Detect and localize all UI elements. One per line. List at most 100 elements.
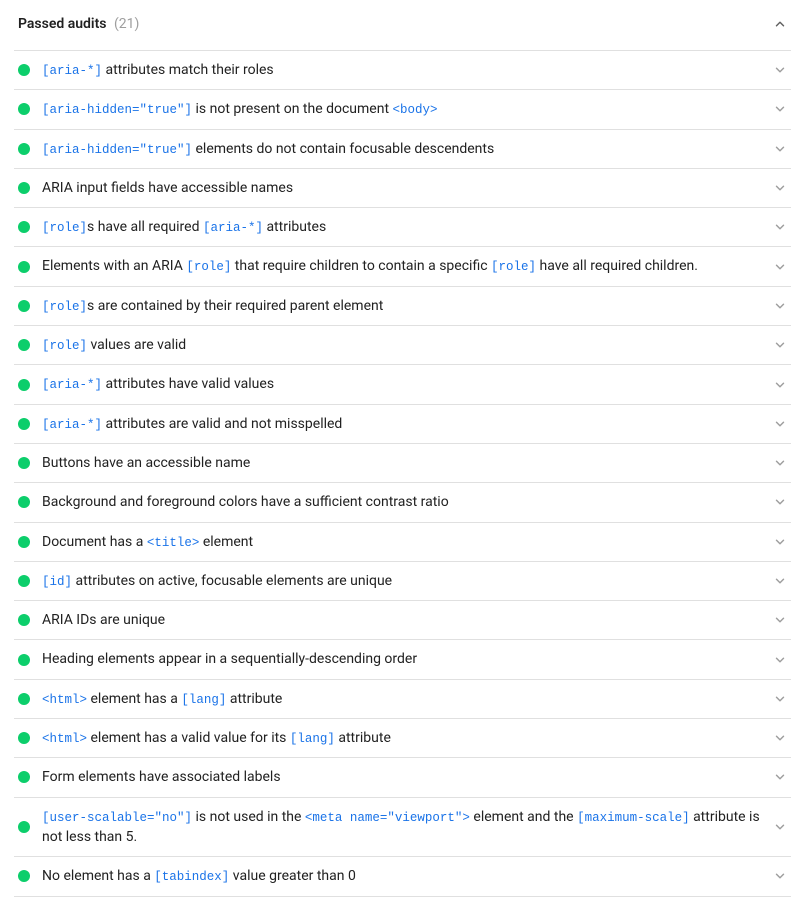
audit-description: No element has a [tabindex] value greate… bbox=[42, 866, 761, 886]
status-pass-icon bbox=[18, 143, 30, 155]
audit-description: Form elements have associated labels bbox=[42, 767, 761, 787]
audit-item[interactable]: ARIA IDs are unique bbox=[14, 601, 791, 640]
status-pass-icon bbox=[18, 261, 30, 273]
chevron-down-icon bbox=[773, 613, 787, 627]
code-token: <html> bbox=[42, 732, 87, 746]
audit-item[interactable]: Buttons have an accessible name bbox=[14, 444, 791, 483]
audit-description: [id] attributes on active, focusable ele… bbox=[42, 571, 761, 591]
code-token: <body> bbox=[393, 103, 438, 117]
chevron-down-icon bbox=[773, 338, 787, 352]
status-pass-icon bbox=[18, 771, 30, 783]
audit-description: [aria-hidden="true"] elements do not con… bbox=[42, 139, 761, 159]
status-pass-icon bbox=[18, 614, 30, 626]
chevron-down-icon bbox=[773, 869, 787, 883]
audit-description: [aria-*] attributes match their roles bbox=[42, 60, 761, 80]
status-pass-icon bbox=[18, 418, 30, 430]
code-token: [role] bbox=[491, 260, 536, 274]
audit-item[interactable]: [aria-hidden="true"] elements do not con… bbox=[14, 130, 791, 169]
audit-description: Document has a <title> element bbox=[42, 532, 761, 552]
status-pass-icon bbox=[18, 693, 30, 705]
chevron-down-icon bbox=[773, 456, 787, 470]
audit-item[interactable]: [id] attributes on active, focusable ele… bbox=[14, 562, 791, 601]
status-pass-icon bbox=[18, 64, 30, 76]
code-token: [id] bbox=[42, 575, 72, 589]
chevron-down-icon bbox=[773, 299, 787, 313]
audit-item[interactable]: [aria-*] attributes are valid and not mi… bbox=[14, 405, 791, 444]
audit-description: [role] values are valid bbox=[42, 335, 761, 355]
chevron-down-icon bbox=[773, 820, 787, 834]
audit-item[interactable]: Heading elements appear in a sequentiall… bbox=[14, 640, 791, 679]
status-pass-icon bbox=[18, 457, 30, 469]
code-token: [role] bbox=[42, 300, 87, 314]
status-pass-icon bbox=[18, 221, 30, 233]
code-token: <title> bbox=[147, 536, 200, 550]
chevron-down-icon bbox=[773, 495, 787, 509]
audit-description: <html> element has a [lang] attribute bbox=[42, 689, 761, 709]
audit-item[interactable]: No element has a [tabindex] value greate… bbox=[14, 857, 791, 896]
audit-description: Buttons have an accessible name bbox=[42, 453, 761, 473]
code-token: [aria-hidden="true"] bbox=[42, 143, 192, 157]
audit-item[interactable]: [aria-*] attributes match their roles bbox=[14, 51, 791, 90]
chevron-down-icon bbox=[773, 181, 787, 195]
audit-description: ARIA input fields have accessible names bbox=[42, 178, 761, 198]
status-pass-icon bbox=[18, 536, 30, 548]
status-pass-icon bbox=[18, 379, 30, 391]
status-pass-icon bbox=[18, 821, 30, 833]
chevron-down-icon bbox=[773, 731, 787, 745]
audit-description: [role]s are contained by their required … bbox=[42, 296, 761, 316]
audit-item[interactable]: [role]s have all required [aria-*] attri… bbox=[14, 208, 791, 247]
chevron-down-icon bbox=[773, 260, 787, 274]
audit-item[interactable]: ARIA input fields have accessible names bbox=[14, 169, 791, 208]
status-pass-icon bbox=[18, 103, 30, 115]
audit-description: Heading elements appear in a sequentiall… bbox=[42, 649, 761, 669]
audit-item[interactable]: Form elements have associated labels bbox=[14, 758, 791, 797]
status-pass-icon bbox=[18, 496, 30, 508]
chevron-down-icon bbox=[773, 378, 787, 392]
audit-item[interactable]: [aria-hidden="true"] is not present on t… bbox=[14, 90, 791, 129]
chevron-down-icon bbox=[773, 535, 787, 549]
chevron-up-icon bbox=[773, 17, 787, 31]
audit-item[interactable]: <html> element has a [lang] attribute bbox=[14, 680, 791, 719]
audit-item[interactable]: [role] values are valid bbox=[14, 326, 791, 365]
audit-item[interactable]: [aria-*] attributes have valid values bbox=[14, 365, 791, 404]
chevron-down-icon bbox=[773, 692, 787, 706]
audit-item[interactable]: <html> element has a valid value for its… bbox=[14, 719, 791, 758]
code-token: [aria-*] bbox=[203, 221, 263, 235]
header-count: (21) bbox=[114, 16, 139, 32]
header-title: Passed audits bbox=[18, 16, 106, 32]
code-token: [role] bbox=[42, 221, 87, 235]
code-token: [role] bbox=[42, 339, 87, 353]
chevron-down-icon bbox=[773, 220, 787, 234]
code-token: [tabindex] bbox=[154, 870, 229, 884]
code-token: [aria-hidden="true"] bbox=[42, 103, 192, 117]
audit-description: Elements with an ARIA [role] that requir… bbox=[42, 256, 761, 276]
code-token: [lang] bbox=[181, 693, 226, 707]
audit-description: ARIA IDs are unique bbox=[42, 610, 761, 630]
code-token: [role] bbox=[186, 260, 231, 274]
audit-description: [role]s have all required [aria-*] attri… bbox=[42, 217, 761, 237]
status-pass-icon bbox=[18, 300, 30, 312]
code-token: [lang] bbox=[290, 732, 335, 746]
passed-audits-header[interactable]: Passed audits (21) bbox=[14, 8, 791, 50]
audit-item[interactable]: Elements with an ARIA [role] that requir… bbox=[14, 247, 791, 286]
audit-item[interactable]: [role]s are contained by their required … bbox=[14, 287, 791, 326]
audit-description: [aria-hidden="true"] is not present on t… bbox=[42, 99, 761, 119]
code-token: [maximum-scale] bbox=[577, 811, 690, 825]
audit-item[interactable]: Background and foreground colors have a … bbox=[14, 483, 791, 522]
status-pass-icon bbox=[18, 339, 30, 351]
status-pass-icon bbox=[18, 654, 30, 666]
chevron-down-icon bbox=[773, 417, 787, 431]
code-token: [user-scalable="no"] bbox=[42, 811, 192, 825]
code-token: <meta name="viewport"> bbox=[305, 811, 470, 825]
audit-description: Background and foreground colors have a … bbox=[42, 492, 761, 512]
audit-item[interactable]: Document has a <title> element bbox=[14, 523, 791, 562]
audit-description: [aria-*] attributes have valid values bbox=[42, 374, 761, 394]
chevron-down-icon bbox=[773, 574, 787, 588]
audit-description: [aria-*] attributes are valid and not mi… bbox=[42, 414, 761, 434]
chevron-down-icon bbox=[773, 102, 787, 116]
chevron-down-icon bbox=[773, 653, 787, 667]
code-token: <html> bbox=[42, 693, 87, 707]
chevron-down-icon bbox=[773, 770, 787, 784]
chevron-down-icon bbox=[773, 142, 787, 156]
audit-description: [user-scalable="no"] is not used in the … bbox=[42, 807, 761, 848]
